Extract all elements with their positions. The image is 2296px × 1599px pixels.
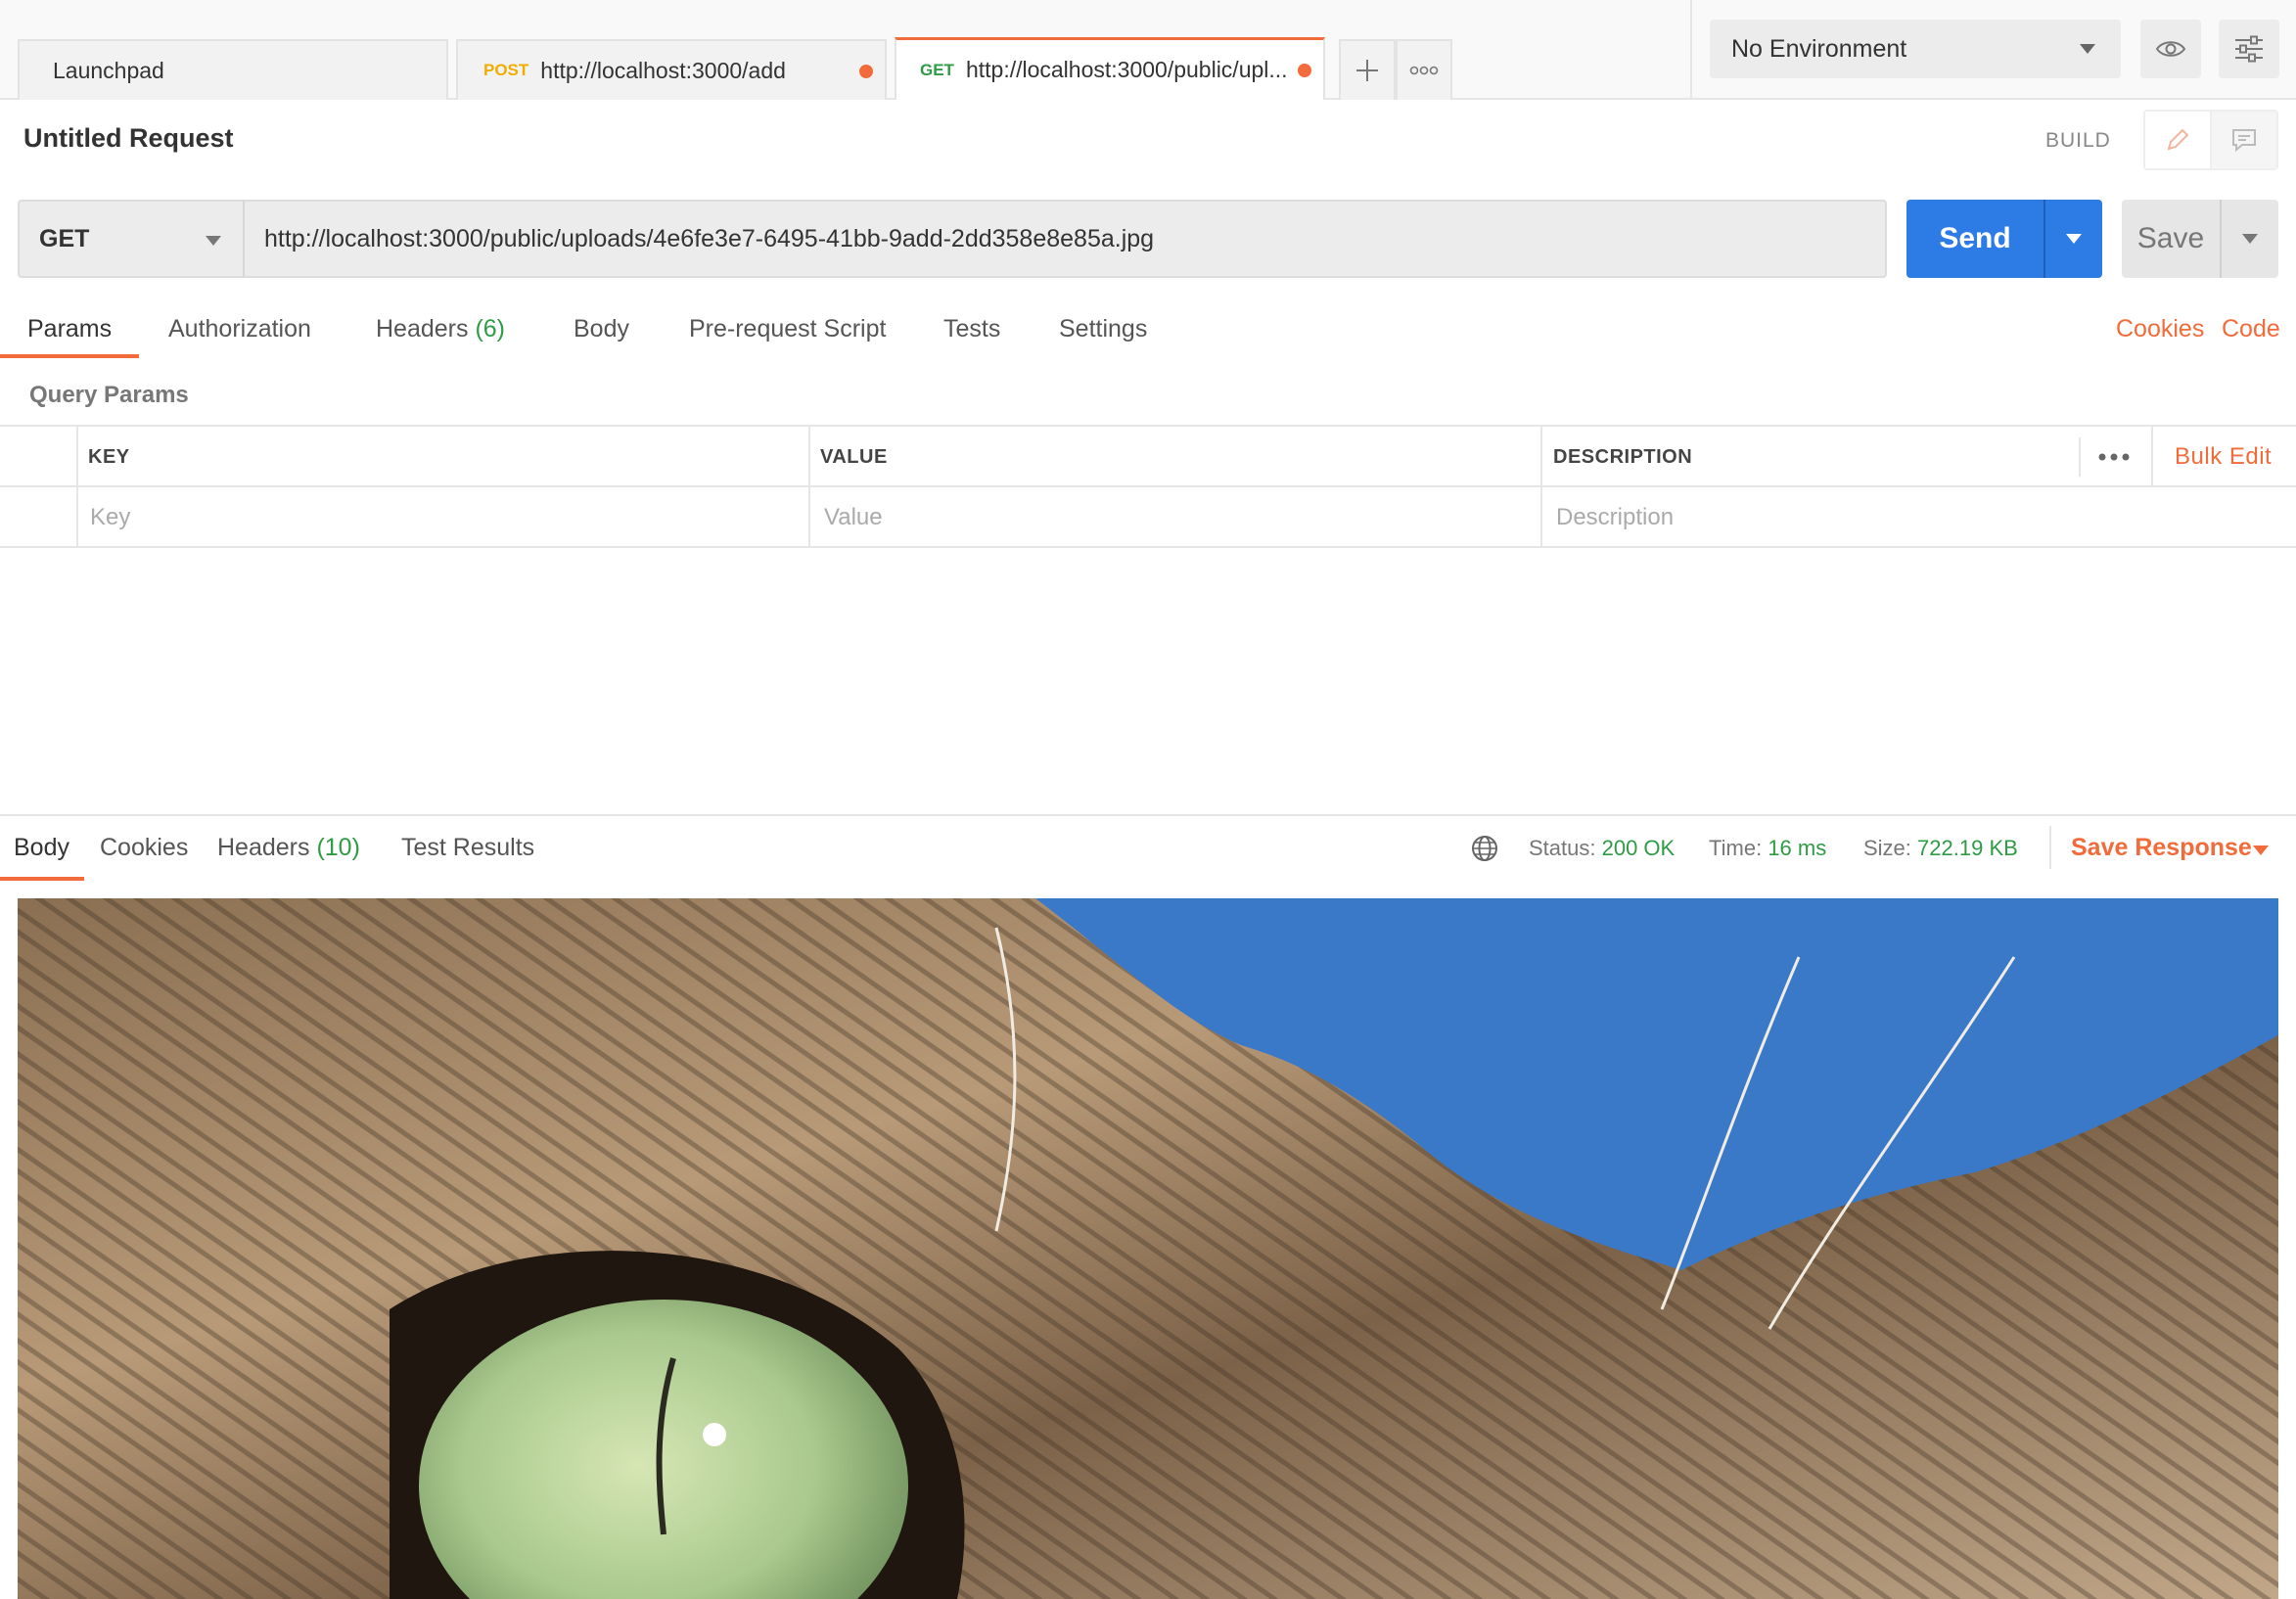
environment-select[interactable]: No Environment (1710, 20, 2121, 78)
tab-method: GET (920, 60, 954, 79)
response-tab-cookies[interactable]: Cookies (100, 834, 188, 862)
response-status: Status: 200 OK (1529, 836, 1675, 861)
response-tab-test-results[interactable]: Test Results (401, 834, 534, 862)
pencil-icon (2167, 128, 2189, 151)
eye-icon (2155, 41, 2186, 57)
tab-params[interactable]: Params (27, 315, 112, 343)
save-button[interactable]: Save (2122, 200, 2220, 278)
unsaved-dot-icon (859, 65, 873, 78)
cat-photo-image (18, 898, 2278, 1599)
tab-bar: Launchpad POST http://localhost:3000/add… (0, 0, 2296, 100)
tab-tests[interactable]: Tests (943, 315, 1000, 343)
build-tools (2143, 110, 2278, 170)
response-tab-body[interactable]: Body (14, 834, 69, 862)
build-mode-label: BUILD (2045, 129, 2111, 152)
tab-label: Launchpad (53, 57, 164, 83)
active-tab-indicator (0, 877, 84, 881)
time-value: 16 ms (1768, 836, 1827, 860)
comment-icon (2232, 129, 2256, 153)
key-input[interactable]: Key (90, 487, 795, 548)
divider (2079, 437, 2081, 477)
network-globe-button[interactable] (1470, 834, 1499, 869)
more-icon (1409, 66, 1439, 75)
active-tab-indicator (0, 354, 139, 358)
new-tab-button[interactable] (1339, 39, 1396, 100)
plus-icon (1356, 60, 1378, 81)
response-tab-headers[interactable]: Headers (10) (217, 834, 360, 862)
caret-down-icon (2066, 234, 2082, 244)
size-value: 722.19 KB (1917, 836, 2018, 860)
tab-headers[interactable]: Headers (6) (376, 315, 505, 343)
column-key: KEY (88, 445, 130, 468)
tab-headers-label: Headers (376, 315, 469, 343)
environment-value: No Environment (1731, 34, 1907, 63)
tab-settings[interactable]: Settings (1059, 315, 1147, 343)
url-input[interactable]: http://localhost:3000/public/uploads/4e6… (243, 200, 1887, 278)
response-time: Time: 16 ms (1709, 836, 1826, 861)
tab-url: http://localhost:3000/add (540, 57, 786, 83)
caret-down-icon (2242, 234, 2258, 244)
tab-authorization[interactable]: Authorization (168, 315, 311, 343)
response-headers-count: (10) (316, 834, 360, 861)
send-options-button[interactable] (2043, 200, 2102, 278)
response-headers-label: Headers (217, 834, 310, 861)
comments-button[interactable] (2212, 112, 2276, 168)
method-select[interactable]: GET (18, 200, 245, 278)
save-options-button[interactable] (2220, 200, 2278, 278)
method-value: GET (39, 224, 90, 252)
tab-get-upload[interactable]: GET http://localhost:3000/public/upl... (895, 37, 1325, 100)
caret-down-icon[interactable] (2253, 845, 2269, 855)
tab-body[interactable]: Body (574, 315, 629, 343)
tab-post-add[interactable]: POST http://localhost:3000/add (456, 39, 887, 100)
response-bar: Body Cookies Headers (10) Test Results S… (0, 814, 2296, 881)
divider (2049, 826, 2051, 869)
table-header-row: KEY VALUE DESCRIPTION Bulk Edit (0, 427, 2296, 487)
headers-count: (6) (475, 315, 506, 343)
tab-method: POST (483, 61, 529, 79)
response-image-preview (18, 898, 2278, 1599)
environment-quick-look-button[interactable] (2140, 20, 2201, 78)
unsaved-dot-icon (1298, 64, 1311, 77)
globe-icon (1472, 836, 1497, 861)
save-response-button[interactable]: Save Response (2071, 834, 2252, 862)
description-input[interactable]: Description (1556, 487, 2261, 548)
more-icon (2098, 453, 2130, 461)
bulk-edit-link[interactable]: Bulk Edit (2151, 427, 2272, 487)
settings-sliders-icon (2235, 35, 2263, 63)
caret-down-icon (206, 236, 221, 246)
tab-url: http://localhost:3000/public/upl... (965, 57, 1288, 82)
status-label: Status: (1529, 836, 1596, 860)
tab-launchpad[interactable]: Launchpad (18, 39, 448, 100)
status-value: 200 OK (1601, 836, 1676, 860)
query-params-label: Query Params (29, 382, 189, 408)
request-tabs: Params Authorization Headers (6) Body Pr… (0, 305, 2296, 360)
value-input[interactable]: Value (824, 487, 1529, 548)
cookies-link[interactable]: Cookies (2116, 315, 2204, 343)
caret-down-icon (2080, 44, 2095, 54)
code-link[interactable]: Code (2222, 315, 2280, 343)
more-tabs-button[interactable] (1396, 39, 1452, 100)
column-options-button[interactable] (2098, 427, 2130, 487)
manage-environments-button[interactable] (2219, 20, 2279, 78)
edit-button[interactable] (2145, 112, 2212, 168)
response-size: Size: 722.19 KB (1863, 836, 2018, 861)
request-title[interactable]: Untitled Request (23, 123, 234, 154)
send-button[interactable]: Send (1906, 200, 2043, 278)
table-row: Key Value Description (0, 487, 2296, 548)
time-label: Time: (1709, 836, 1763, 860)
column-value: VALUE (820, 445, 888, 468)
divider (1690, 0, 1692, 100)
column-description: DESCRIPTION (1553, 445, 1693, 468)
query-params-table: KEY VALUE DESCRIPTION Bulk Edit Key Valu… (0, 425, 2296, 548)
size-label: Size: (1863, 836, 1911, 860)
tab-pre-request-script[interactable]: Pre-request Script (689, 315, 886, 343)
